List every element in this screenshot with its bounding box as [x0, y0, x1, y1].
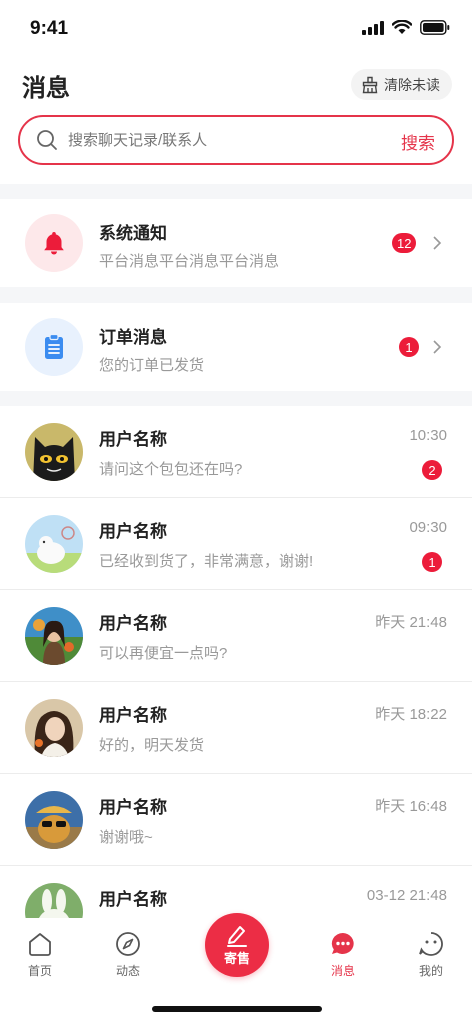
- battery-icon: [420, 20, 450, 35]
- system-notice-avatar: [25, 214, 83, 272]
- chat-last-message: 已经收到货了，非常满意，谢谢!: [99, 553, 314, 570]
- chat-name: 用户名称: [99, 706, 167, 725]
- chat-name: 用户名称: [99, 614, 167, 633]
- tab-feed[interactable]: 动态: [98, 930, 158, 979]
- notice-subtitle: 您的订单已发货: [99, 357, 205, 374]
- chat-row[interactable]: 用户名称 请问这个包包还在吗? 10:30 2: [0, 406, 472, 498]
- chat-bubble-icon: [331, 932, 354, 954]
- avatar: [25, 699, 83, 757]
- chat-name: 用户名称: [99, 522, 167, 541]
- tab-label: 消息: [330, 964, 355, 978]
- chat-time: 10:30: [409, 427, 447, 444]
- search-bar[interactable]: 搜索: [18, 115, 454, 165]
- home-icon: [29, 933, 51, 956]
- tab-label: 首页: [27, 964, 52, 978]
- status-bar: 9:41: [0, 0, 472, 60]
- chat-last-message: 可以再便宜一点吗?: [99, 645, 228, 662]
- wifi-icon: [392, 20, 412, 34]
- edit-icon: [227, 926, 247, 947]
- chevron-right-icon: [433, 236, 442, 250]
- unread-badge: 1: [399, 337, 419, 357]
- home-indicator: [152, 1006, 322, 1012]
- chat-last-message: 请问这个包包还在吗?: [99, 461, 243, 478]
- tab-label: 我的: [418, 964, 443, 978]
- search-button[interactable]: 搜索: [401, 129, 435, 154]
- chat-last-message: 谢谢哦~: [99, 829, 153, 846]
- sell-label: 寄售: [223, 951, 250, 966]
- tab-bar: 首页 动态 寄售 消息 我的: [0, 913, 472, 1024]
- clear-unread-button[interactable]: 清除未读: [351, 69, 452, 100]
- broom-icon: [362, 76, 378, 93]
- sell-button[interactable]: 寄售: [205, 913, 269, 977]
- avatar: [25, 607, 83, 665]
- section-divider: [0, 184, 472, 199]
- order-notice-avatar: [25, 318, 83, 376]
- search-icon: [36, 129, 58, 151]
- system-notice-row[interactable]: 系统通知 平台消息平台消息平台消息 12: [0, 199, 472, 287]
- compass-icon: [116, 932, 140, 956]
- chat-row[interactable]: 用户名称 谢谢哦~ 昨天 16:48: [0, 774, 472, 866]
- tab-mine[interactable]: 我的: [401, 930, 461, 979]
- status-icons: [362, 20, 450, 35]
- chevron-right-icon: [433, 340, 442, 354]
- avatar: [25, 791, 83, 849]
- page-title: 消息: [22, 75, 70, 102]
- chat-time: 昨天 16:48: [375, 798, 447, 815]
- notice-title: 系统通知: [99, 224, 167, 243]
- chat-row[interactable]: 用户名称 已经收到货了，非常满意，谢谢! 09:30 1: [0, 498, 472, 590]
- tab-label: 动态: [115, 964, 140, 978]
- tab-home[interactable]: 首页: [10, 930, 70, 979]
- status-time: 9:41: [30, 18, 69, 39]
- chat-last-message: 好的，明天发货: [99, 737, 205, 754]
- section-divider: [0, 287, 472, 303]
- avatar: [25, 423, 83, 481]
- notice-title: 订单消息: [99, 328, 167, 347]
- smiley-icon: [419, 932, 443, 956]
- chat-row[interactable]: 用户名称 可以再便宜一点吗? 昨天 21:48: [0, 590, 472, 682]
- unread-badge: 2: [422, 460, 442, 480]
- section-divider: [0, 391, 472, 406]
- unread-badge: 12: [392, 233, 417, 253]
- chat-name: 用户名称: [99, 798, 167, 817]
- clipboard-icon: [45, 333, 63, 359]
- avatar: [25, 515, 83, 573]
- tab-messages[interactable]: 消息: [313, 930, 373, 979]
- chat-time: 09:30: [409, 519, 447, 536]
- clear-unread-label: 清除未读: [384, 76, 440, 93]
- chat-time: 03-12 21:48: [366, 887, 447, 904]
- unread-badge: 1: [422, 552, 442, 572]
- signal-icon: [362, 20, 384, 35]
- bell-icon: [44, 232, 64, 255]
- chat-name: 用户名称: [99, 890, 167, 909]
- chat-time: 昨天 21:48: [375, 614, 447, 631]
- chat-name: 用户名称: [99, 430, 167, 449]
- search-input[interactable]: [68, 131, 368, 149]
- chat-row[interactable]: 用户名称 好的，明天发货 昨天 18:22: [0, 682, 472, 774]
- header: 消息 清除未读: [0, 66, 472, 104]
- notice-subtitle: 平台消息平台消息平台消息: [99, 253, 280, 270]
- order-notice-row[interactable]: 订单消息 您的订单已发货 1: [0, 303, 472, 391]
- chat-time: 昨天 18:22: [375, 706, 447, 723]
